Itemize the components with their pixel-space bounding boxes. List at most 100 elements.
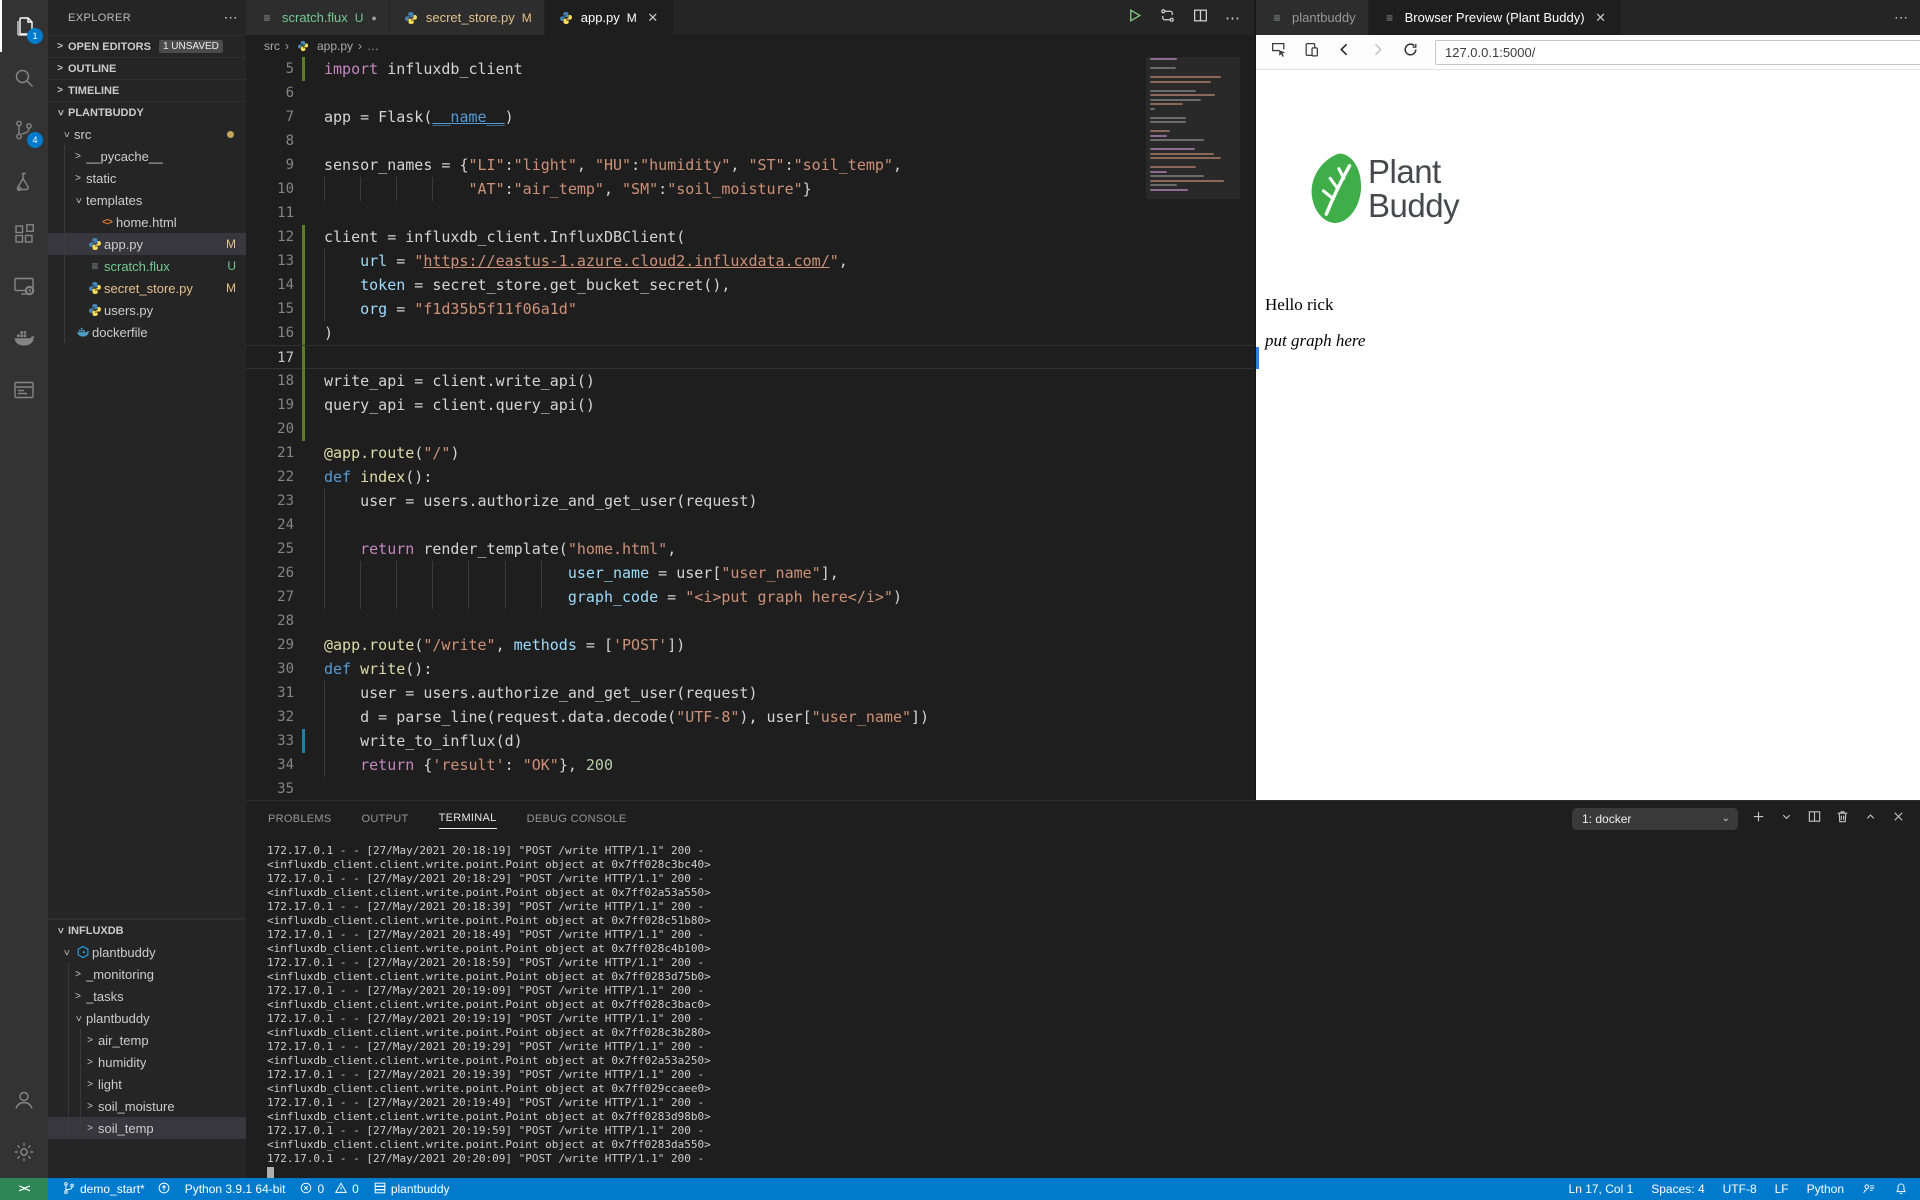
- tree-item-plantbuddy[interactable]: > plantbuddy: [48, 941, 246, 963]
- tree-item-dockerfile[interactable]: dockerfile: [48, 321, 246, 343]
- breadcrumb-item[interactable]: …: [367, 39, 379, 53]
- code-line-23[interactable]: 23 user = users.authorize_and_get_user(r…: [246, 489, 1254, 513]
- preview-scroll-indicator[interactable]: [1256, 347, 1259, 369]
- python-interpreter-status[interactable]: Python 3.9.1 64-bit: [185, 1182, 286, 1196]
- tree-item-app.py[interactable]: app.py M: [48, 233, 246, 255]
- code-line-15[interactable]: 15 org = "f1d35b5f11f06a1d": [246, 297, 1254, 321]
- code-line-33[interactable]: 33 write_to_influx(d): [246, 729, 1254, 753]
- influxdb-section-header[interactable]: > INFLUXDB: [48, 919, 246, 941]
- code-line-32[interactable]: 32 d = parse_line(request.data.decode("U…: [246, 705, 1254, 729]
- sidebar-section-plantbuddy[interactable]: > PLANTBUDDY: [48, 101, 246, 123]
- code-line-13[interactable]: 13 url = "https://eastus-1.azure.cloud2.…: [246, 249, 1254, 273]
- tree-item-__pycache__[interactable]: > __pycache__: [48, 145, 246, 167]
- settings-icon[interactable]: [0, 1126, 48, 1178]
- tree-item-users.py[interactable]: users.py: [48, 299, 246, 321]
- new-terminal-icon[interactable]: [1751, 809, 1766, 829]
- terminal-selector[interactable]: 1: docker ⌄: [1572, 807, 1738, 830]
- sidebar-section-timeline[interactable]: > TIMELINE: [48, 79, 246, 101]
- more-actions-icon[interactable]: ⋯: [1894, 0, 1908, 35]
- code-line-5[interactable]: 5 import influxdb_client: [246, 57, 1254, 81]
- code-line-24[interactable]: 24: [246, 513, 1254, 537]
- docker-container-status[interactable]: plantbuddy: [373, 1181, 450, 1198]
- back-icon[interactable]: [1336, 41, 1353, 63]
- minimap[interactable]: [1146, 57, 1240, 800]
- activity-test-explorer-icon[interactable]: [0, 156, 48, 208]
- terminal-dropdown-icon[interactable]: [1779, 809, 1794, 829]
- code-line-29[interactable]: 29 @app.route("/write", methods = ['POST'…: [246, 633, 1254, 657]
- activity-source-control-icon[interactable]: 4: [0, 104, 48, 156]
- tab-browser-preview--plant-buddy-[interactable]: ≡ Browser Preview (Plant Buddy) ✕: [1368, 0, 1622, 35]
- tab-app-py[interactable]: app.py M ✕: [544, 0, 674, 35]
- code-line-22[interactable]: 22 def index():: [246, 465, 1254, 489]
- tree-item-light[interactable]: > light: [48, 1073, 246, 1095]
- eol-status[interactable]: LF: [1775, 1182, 1789, 1196]
- encoding-status[interactable]: UTF-8: [1723, 1182, 1757, 1196]
- problems-status[interactable]: 0 0: [299, 1181, 359, 1198]
- kill-terminal-icon[interactable]: [1835, 809, 1850, 829]
- tree-item-templates[interactable]: > templates: [48, 189, 246, 211]
- tab-secret-store-py[interactable]: secret_store.py M: [389, 0, 545, 35]
- indentation-status[interactable]: Spaces: 4: [1651, 1182, 1704, 1196]
- tab-scratch-flux[interactable]: ≡ scratch.flux U ●: [246, 0, 390, 35]
- more-actions-icon[interactable]: ⋯: [224, 9, 238, 26]
- refresh-icon[interactable]: [1402, 41, 1419, 63]
- activity-explorer-icon[interactable]: 1: [0, 0, 48, 52]
- code-line-19[interactable]: 19 query_api = client.query_api(): [246, 393, 1254, 417]
- tree-item-scratch.flux[interactable]: ≡ scratch.flux U: [48, 255, 246, 277]
- code-line-25[interactable]: 25 return render_template("home.html",: [246, 537, 1254, 561]
- breadcrumb[interactable]: src › app.py ›…: [246, 35, 1254, 57]
- panel-tab-terminal[interactable]: TERMINAL: [438, 808, 497, 829]
- code-line-31[interactable]: 31 user = users.authorize_and_get_user(r…: [246, 681, 1254, 705]
- tree-item-soil_moisture[interactable]: > soil_moisture: [48, 1095, 246, 1117]
- panel-tab-problems[interactable]: PROBLEMS: [268, 809, 332, 829]
- remote-indicator[interactable]: ><: [0, 1178, 48, 1200]
- code-line-28[interactable]: 28: [246, 609, 1254, 633]
- activity-remote-explorer-icon[interactable]: [0, 260, 48, 312]
- code-line-8[interactable]: 8: [246, 129, 1254, 153]
- language-mode-status[interactable]: Python: [1807, 1182, 1844, 1196]
- code-line-9[interactable]: 9 sensor_names = {"LI":"light", "HU":"hum…: [246, 153, 1254, 177]
- cursor-position-status[interactable]: Ln 17, Col 1: [1569, 1182, 1634, 1196]
- run-all-queries-icon[interactable]: [1159, 7, 1176, 29]
- sync-icon[interactable]: [157, 1181, 171, 1198]
- sidebar-section-open-editors[interactable]: > OPEN EDITORS 1 UNSAVED: [48, 35, 246, 57]
- tree-item-_monitoring[interactable]: > _monitoring: [48, 963, 246, 985]
- close-icon[interactable]: ✕: [1593, 10, 1609, 26]
- code-editor[interactable]: 5 import influxdb_client 6 7 app = Flask(__n…: [246, 57, 1254, 800]
- account-icon[interactable]: [0, 1074, 48, 1126]
- breadcrumb-item[interactable]: src: [264, 39, 280, 53]
- code-line-35[interactable]: 35: [246, 777, 1254, 800]
- code-line-27[interactable]: 27 graph_code = "<i>put graph here</i>"): [246, 585, 1254, 609]
- tree-item-plantbuddy[interactable]: > plantbuddy: [48, 1007, 246, 1029]
- feedback-icon[interactable]: [1862, 1182, 1876, 1196]
- code-line-18[interactable]: 18 write_api = client.write_api(): [246, 369, 1254, 393]
- code-line-7[interactable]: 7 app = Flask(__name__): [246, 105, 1254, 129]
- close-icon[interactable]: ✕: [645, 10, 661, 26]
- tree-item-humidity[interactable]: > humidity: [48, 1051, 246, 1073]
- forward-icon[interactable]: [1369, 41, 1386, 63]
- run-python-file-icon[interactable]: [1126, 7, 1143, 29]
- tree-item-soil_temp[interactable]: > soil_temp: [48, 1117, 246, 1139]
- terminal-output[interactable]: 172.17.0.1 - - [27/May/2021 20:18:19] "P…: [267, 844, 1907, 1179]
- tree-item-air_temp[interactable]: > air_temp: [48, 1029, 246, 1051]
- split-terminal-icon[interactable]: [1807, 809, 1822, 829]
- minimap-slider[interactable]: [1146, 57, 1240, 199]
- activity-browser-preview-icon[interactable]: [0, 364, 48, 416]
- code-line-20[interactable]: 20: [246, 417, 1254, 441]
- git-branch-status[interactable]: demo_start*: [62, 1181, 171, 1198]
- close-panel-icon[interactable]: [1891, 809, 1906, 829]
- code-line-17[interactable]: 17: [246, 345, 1254, 370]
- tree-item-_tasks[interactable]: > _tasks: [48, 985, 246, 1007]
- code-line-34[interactable]: 34 return {'result': "OK"}, 200: [246, 753, 1254, 777]
- activity-extensions-icon[interactable]: [0, 208, 48, 260]
- device-toolbar-icon[interactable]: [1303, 41, 1320, 63]
- tab-plantbuddy[interactable]: ≡ plantbuddy: [1256, 0, 1369, 35]
- maximize-panel-icon[interactable]: [1863, 809, 1878, 829]
- code-line-21[interactable]: 21 @app.route("/"): [246, 441, 1254, 465]
- code-line-11[interactable]: 11: [246, 201, 1254, 225]
- code-line-6[interactable]: 6: [246, 81, 1254, 105]
- panel-tab-output[interactable]: OUTPUT: [362, 809, 409, 829]
- code-line-30[interactable]: 30 def write():: [246, 657, 1254, 681]
- code-line-10[interactable]: 10 "AT":"air_temp", "SM":"soil_moisture"…: [246, 177, 1254, 201]
- notifications-bell-icon[interactable]: [1894, 1182, 1908, 1196]
